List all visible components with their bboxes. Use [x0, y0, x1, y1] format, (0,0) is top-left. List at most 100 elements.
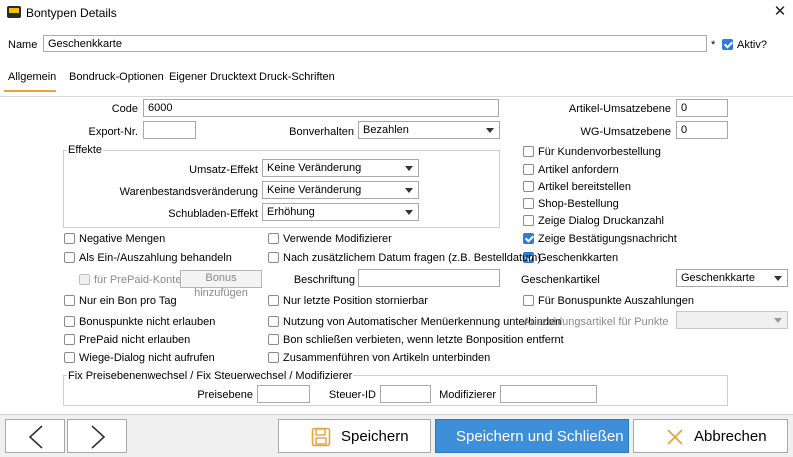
- modifizierer-label: Verwende Modifizierer: [283, 233, 392, 245]
- dialog-druckanzahl-checkbox[interactable]: [523, 215, 534, 226]
- schubladen-value: Erhöhung: [267, 206, 315, 218]
- zusammenfuehren-checkbox[interactable]: [268, 352, 279, 363]
- auszahlungsartikel-label: Auszahlungsartikel für Punkte: [523, 316, 669, 328]
- wg-umsatzebene-input[interactable]: 0: [676, 121, 728, 139]
- app-icon: [7, 6, 21, 18]
- kundenvorbestellung-label: Für Kundenvorbestellung: [538, 146, 661, 158]
- chevron-down-icon: [405, 210, 413, 215]
- bonverhalten-label: Bonverhalten: [289, 126, 354, 138]
- chevron-down-icon: [486, 128, 494, 133]
- steuer-id-label: Steuer-ID: [328, 389, 376, 401]
- auszahlungsartikel-select[interactable]: [676, 311, 788, 329]
- save-icon: [311, 427, 331, 447]
- tab-bondruck-optionen[interactable]: Bondruck-Optionen: [69, 71, 164, 83]
- artikel-anfordern-label: Artikel anfordern: [538, 164, 619, 176]
- save-and-close-label: Speichern und Schließen: [456, 428, 624, 445]
- save-and-close-button[interactable]: Speichern und Schließen: [435, 419, 629, 453]
- geschenkartikel-value: Geschenkkarte: [681, 272, 755, 284]
- nur-ein-bon-label: Nur ein Bon pro Tag: [79, 295, 177, 307]
- title-bar: Bontypen Details ✕: [0, 0, 793, 25]
- zusaetzliches-datum-label: Nach zusätzlichem Datum fragen (z.B. Bes…: [283, 252, 541, 264]
- schubladen-select[interactable]: Erhöhung: [262, 203, 419, 221]
- ein-auszahlung-checkbox[interactable]: [64, 252, 75, 263]
- code-input[interactable]: 6000: [143, 99, 499, 117]
- artikel-umsatzebene-input[interactable]: 0: [676, 99, 728, 117]
- bonuspunkte-checkbox[interactable]: [64, 316, 75, 327]
- close-icon[interactable]: ✕: [771, 3, 789, 21]
- export-input[interactable]: [143, 121, 196, 139]
- zusammenfuehren-label: Zusammenführen von Artikeln unterbinden: [283, 352, 491, 364]
- chevron-down-icon: [774, 276, 782, 281]
- tab-eigener-drucktext[interactable]: Eigener Drucktext: [169, 71, 256, 83]
- tab-allgemein[interactable]: Allgemein: [8, 71, 56, 83]
- bonverhalten-select[interactable]: Bezahlen: [358, 121, 500, 139]
- bonverhalten-value: Bezahlen: [363, 124, 409, 136]
- menueerkennung-checkbox[interactable]: [268, 316, 279, 327]
- warenbestand-select[interactable]: Keine Veränderung: [262, 181, 419, 199]
- bonus-hinzufuegen-button[interactable]: Bonus hinzufügen: [180, 270, 262, 299]
- beschriftung-input[interactable]: [358, 269, 500, 287]
- save-label: Speichern: [341, 428, 409, 445]
- umsatz-effekt-value: Keine Veränderung: [267, 162, 362, 174]
- chevron-down-icon: [405, 166, 413, 171]
- modifizierer-checkbox[interactable]: [268, 233, 279, 244]
- artikel-umsatzebene-label: Artikel-Umsatzebene: [568, 103, 671, 115]
- bonuspunkte-auszahlungen-checkbox[interactable]: [523, 295, 534, 306]
- effekte-title: Effekte: [67, 143, 104, 157]
- nur-letzte-position-checkbox[interactable]: [268, 295, 279, 306]
- dialog-druckanzahl-label: Zeige Dialog Druckanzahl: [538, 215, 664, 227]
- aktiv-label: Aktiv?: [737, 39, 767, 51]
- nur-letzte-position-label: Nur letzte Position stornierbar: [283, 295, 428, 307]
- artikel-bereitstellen-label: Artikel bereitstellen: [538, 181, 631, 193]
- chevron-down-icon: [405, 188, 413, 193]
- cancel-icon: [667, 429, 683, 445]
- nur-ein-bon-checkbox[interactable]: [64, 295, 75, 306]
- required-mark: *: [711, 39, 716, 51]
- geschenkartikel-select[interactable]: Geschenkkarte: [676, 269, 788, 287]
- name-input[interactable]: Geschenkkarte: [43, 35, 707, 52]
- prepaid-konten-label: für PrePaid-Konten: [94, 274, 188, 286]
- cancel-label: Abbrechen: [694, 428, 767, 445]
- artikel-bereitstellen-checkbox[interactable]: [523, 181, 534, 192]
- previous-button[interactable]: [5, 419, 65, 453]
- fix-modifizierer-input[interactable]: [500, 385, 597, 403]
- export-label: Export-Nr.: [88, 126, 138, 138]
- chevron-left-icon: [28, 425, 43, 449]
- bon-schliessen-label: Bon schließen verbieten, wenn letzte Bon…: [283, 334, 564, 346]
- active-tab-indicator: [4, 90, 56, 92]
- preisebene-input[interactable]: [257, 385, 310, 403]
- shop-bestellung-checkbox[interactable]: [523, 198, 534, 209]
- prepaid-label: PrePaid nicht erlauben: [79, 334, 191, 346]
- bon-schliessen-checkbox[interactable]: [268, 334, 279, 345]
- umsatz-effekt-select[interactable]: Keine Veränderung: [262, 159, 419, 177]
- cancel-button[interactable]: Abbrechen: [633, 419, 788, 453]
- code-label: Code: [111, 103, 138, 115]
- prepaid-konten-checkbox[interactable]: [79, 274, 90, 285]
- schubladen-label: Schubladen-Effekt: [168, 208, 258, 220]
- tab-druck-schriften[interactable]: Druck-Schriften: [259, 71, 335, 83]
- tab-divider: [0, 96, 793, 97]
- name-label: Name: [8, 39, 38, 51]
- negative-mengen-label: Negative Mengen: [79, 233, 166, 245]
- umsatz-effekt-label: Umsatz-Effekt: [189, 164, 258, 176]
- wiege-dialog-checkbox[interactable]: [64, 352, 75, 363]
- bonuspunkte-label: Bonuspunkte nicht erlauben: [79, 316, 216, 328]
- bestaetigungsnachricht-checkbox[interactable]: [523, 233, 534, 244]
- save-button[interactable]: Speichern: [278, 419, 431, 453]
- bonuspunkte-auszahlungen-label: Für Bonuspunkte Auszahlungen: [538, 295, 694, 307]
- aktiv-checkbox[interactable]: [722, 39, 733, 50]
- beschriftung-label: Beschriftung: [293, 274, 355, 286]
- fix-modifizierer-label: Modifizierer: [439, 389, 496, 401]
- negative-mengen-checkbox[interactable]: [64, 233, 75, 244]
- wg-umsatzebene-label: WG-Umsatzebene: [580, 126, 671, 138]
- fix-title: Fix Preisebenenwechsel / Fix Steuerwechs…: [67, 369, 354, 383]
- artikel-anfordern-checkbox[interactable]: [523, 164, 534, 175]
- next-button[interactable]: [67, 419, 127, 453]
- zusaetzliches-datum-checkbox[interactable]: [268, 252, 279, 263]
- window-title: Bontypen Details: [26, 6, 117, 20]
- steuer-id-input[interactable]: [380, 385, 431, 403]
- prepaid-checkbox[interactable]: [64, 334, 75, 345]
- shop-bestellung-label: Shop-Bestellung: [538, 198, 619, 210]
- warenbestand-label: Warenbestandsveränderung: [119, 186, 258, 198]
- kundenvorbestellung-checkbox[interactable]: [523, 146, 534, 157]
